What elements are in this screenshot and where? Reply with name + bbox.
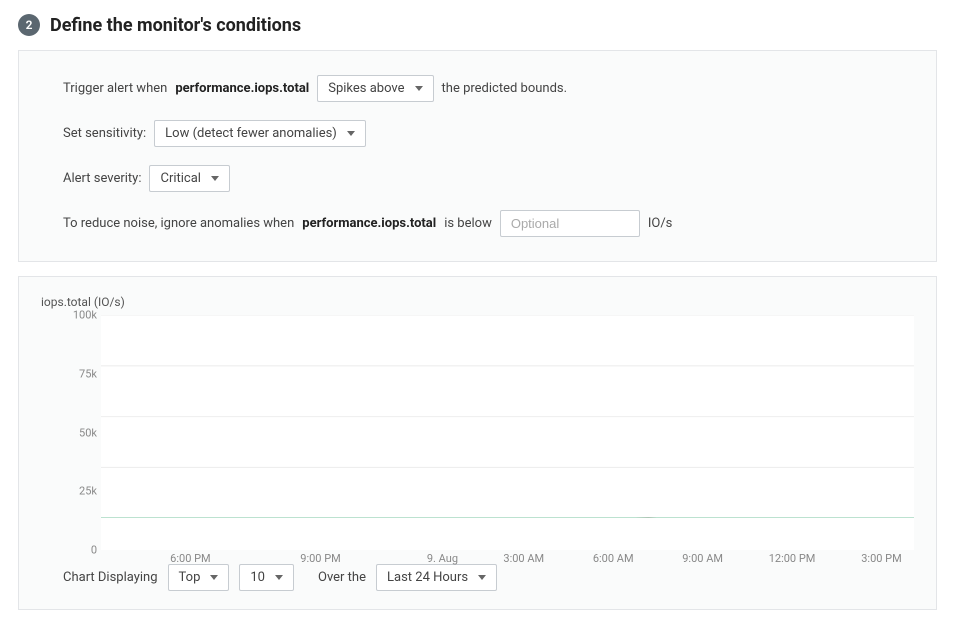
ignore-metric: performance.iops.total	[302, 216, 436, 231]
chart-range-select[interactable]: Last 24 Hours	[376, 564, 497, 591]
trigger-suffix-label: the predicted bounds.	[442, 81, 568, 96]
conditions-panel: Trigger alert when performance.iops.tota…	[18, 50, 937, 262]
xtick-label: 12:00 PM	[769, 552, 816, 565]
ignore-prefix-label: To reduce noise, ignore anomalies when	[63, 216, 294, 231]
caret-down-icon	[275, 575, 283, 580]
sensitivity-label: Set sensitivity:	[63, 126, 146, 141]
ytick-label: 0	[91, 544, 97, 557]
chart-over-label: Over the	[318, 570, 366, 585]
xtick-label: 3:00 AM	[503, 552, 544, 565]
ytick-label: 25k	[79, 485, 97, 498]
chart-svg	[101, 315, 914, 518]
chart-count-value: 10	[250, 570, 265, 585]
xtick-label: 3:00 PM	[861, 552, 901, 565]
trigger-prefix-label: Trigger alert when	[63, 81, 167, 96]
chart-x-axis: 6:00 PM 9:00 PM 9. Aug 3:00 AM 6:00 AM 9:00 A…	[101, 552, 914, 568]
ignore-unit-label: IO/s	[648, 216, 673, 231]
caret-down-icon	[415, 86, 423, 91]
ignore-threshold-input[interactable]	[500, 210, 640, 237]
xtick-label: 6:00 AM	[593, 552, 634, 565]
trigger-metric: performance.iops.total	[175, 81, 309, 96]
caret-down-icon	[210, 575, 218, 580]
ytick-label: 50k	[79, 426, 97, 439]
ytick-label: 75k	[79, 367, 97, 380]
severity-select[interactable]: Critical	[149, 165, 229, 192]
sensitivity-select[interactable]: Low (detect fewer anomalies)	[154, 120, 366, 147]
caret-down-icon	[347, 131, 355, 136]
section-title: Define the monitor's conditions	[50, 15, 301, 36]
step-number-badge: 2	[18, 14, 40, 36]
chart-mode-select[interactable]: Top	[168, 564, 230, 591]
sensitivity-select-value: Low (detect fewer anomalies)	[165, 126, 337, 141]
ytick-label: 100k	[73, 309, 97, 322]
chart-range-value: Last 24 Hours	[387, 570, 468, 585]
chart-mode-value: Top	[179, 570, 201, 585]
xtick-label: 9:00 AM	[682, 552, 723, 565]
direction-select[interactable]: Spikes above	[317, 75, 433, 102]
chart-count-select[interactable]: 10	[239, 564, 294, 591]
direction-select-value: Spikes above	[328, 81, 404, 96]
caret-down-icon	[211, 176, 219, 181]
severity-select-value: Critical	[160, 171, 200, 186]
chart-displaying-label: Chart Displaying	[63, 570, 158, 585]
chart-y-axis: 0 25k 50k 75k 100k	[57, 315, 97, 550]
caret-down-icon	[478, 575, 486, 580]
xtick-label: 9. Aug	[427, 552, 458, 565]
chart-area: 0 25k 50k 75k 100k 6:00 PM9:00 PM9. Aug3…	[101, 315, 914, 550]
chart-panel: iops.total (IO/s) 0 25k 50k 75k 100k 6:0…	[18, 276, 937, 610]
severity-label: Alert severity:	[63, 171, 141, 186]
ignore-mid-label: is below	[444, 216, 492, 231]
chart-title: iops.total (IO/s)	[41, 295, 914, 309]
xtick-label: 9:00 PM	[300, 552, 340, 565]
xtick-label: 6:00 PM	[170, 552, 210, 565]
